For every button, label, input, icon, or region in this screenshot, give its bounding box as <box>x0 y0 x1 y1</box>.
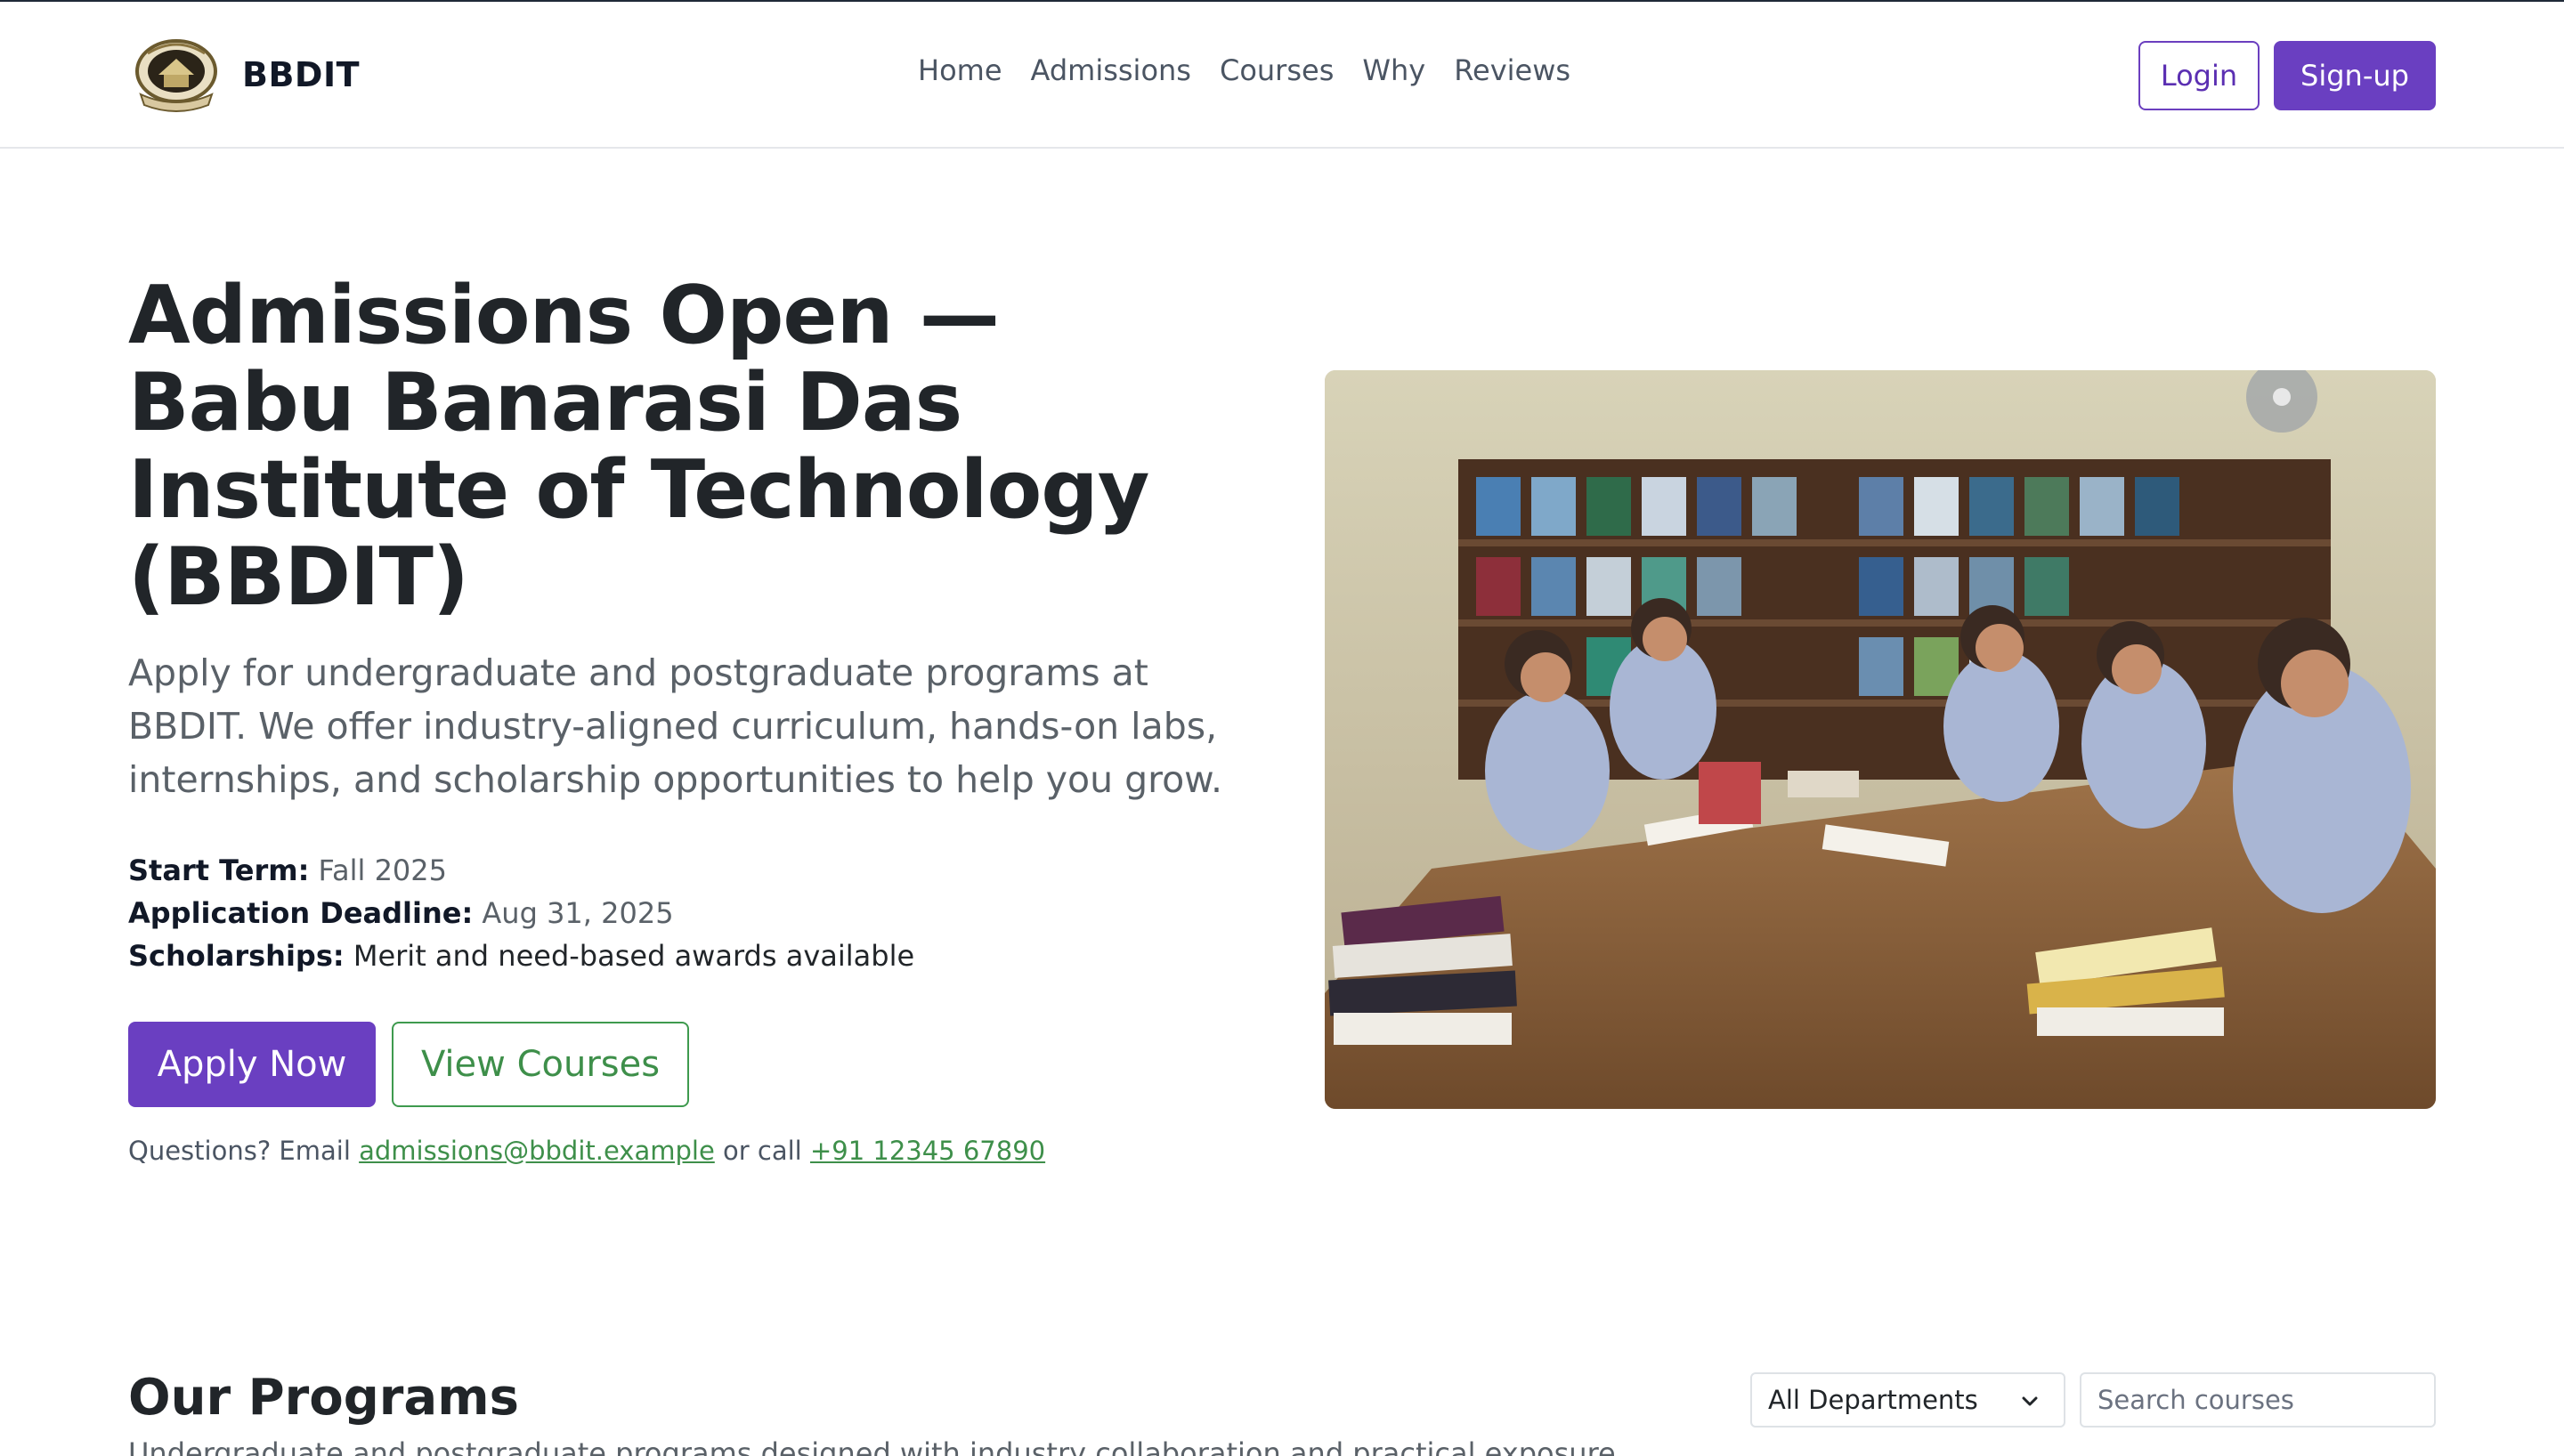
brand-name: BBDIT <box>242 55 361 94</box>
fact-label: Scholarships: <box>128 939 345 973</box>
library-scene-illustration <box>1325 370 2436 1109</box>
nav-courses[interactable]: Courses <box>1220 53 1334 87</box>
navbar: BBDIT Home Admissions Courses Why Review… <box>0 2 2564 149</box>
students-library-photo <box>1325 370 2436 1109</box>
login-button[interactable]: Login <box>2138 41 2260 110</box>
fact-value: Fall 2025 <box>318 853 447 887</box>
contact-line: Questions? Email admissions@bbdit.exampl… <box>128 1136 1045 1166</box>
admission-facts: Start Term: Fall 2025 Application Deadli… <box>128 849 914 977</box>
fact-start-term: Start Term: Fall 2025 <box>128 849 914 892</box>
hero-lead: Apply for undergraduate and postgraduate… <box>128 651 1222 801</box>
nav-reviews[interactable]: Reviews <box>1454 53 1570 87</box>
college-crest-logo-icon <box>135 39 217 112</box>
main-nav: Home Admissions Courses Why Reviews <box>918 53 1570 87</box>
nav-home[interactable]: Home <box>918 53 1002 87</box>
department-select[interactable]: All Departments <box>1750 1372 2065 1428</box>
fact-label: Start Term: <box>128 853 310 887</box>
fact-label: Application Deadline: <box>128 896 474 930</box>
fact-deadline: Application Deadline: Aug 31, 2025 <box>128 892 914 934</box>
contact-prefix: Questions? Email <box>128 1136 351 1166</box>
fact-value: Merit and need-based awards available <box>353 939 915 973</box>
view-courses-button[interactable]: View Courses <box>392 1022 689 1107</box>
hero-title: Admissions Open — Babu Banarasi Das Inst… <box>128 269 1149 624</box>
fact-value: Aug 31, 2025 <box>482 896 674 930</box>
programs-subtitle: Undergraduate and postgraduate programs … <box>128 1436 1616 1456</box>
apply-now-button[interactable]: Apply Now <box>128 1022 376 1107</box>
search-courses-input[interactable] <box>2080 1372 2436 1428</box>
email-link[interactable]: admissions@bbdit.example <box>359 1136 715 1166</box>
fact-scholarships: Scholarships: Merit and need-based award… <box>128 934 914 977</box>
signup-button[interactable]: Sign-up <box>2274 41 2436 110</box>
brand[interactable]: BBDIT <box>128 36 360 114</box>
contact-middle: or call <box>723 1136 802 1166</box>
nav-admissions[interactable]: Admissions <box>1031 53 1191 87</box>
programs-title: Our Programs <box>128 1369 519 1427</box>
phone-link[interactable]: +91 12345 67890 <box>810 1136 1045 1166</box>
department-select-value: All Departments <box>1768 1385 1978 1415</box>
nav-why[interactable]: Why <box>1362 53 1425 87</box>
chevron-down-icon <box>2022 1396 2038 1406</box>
